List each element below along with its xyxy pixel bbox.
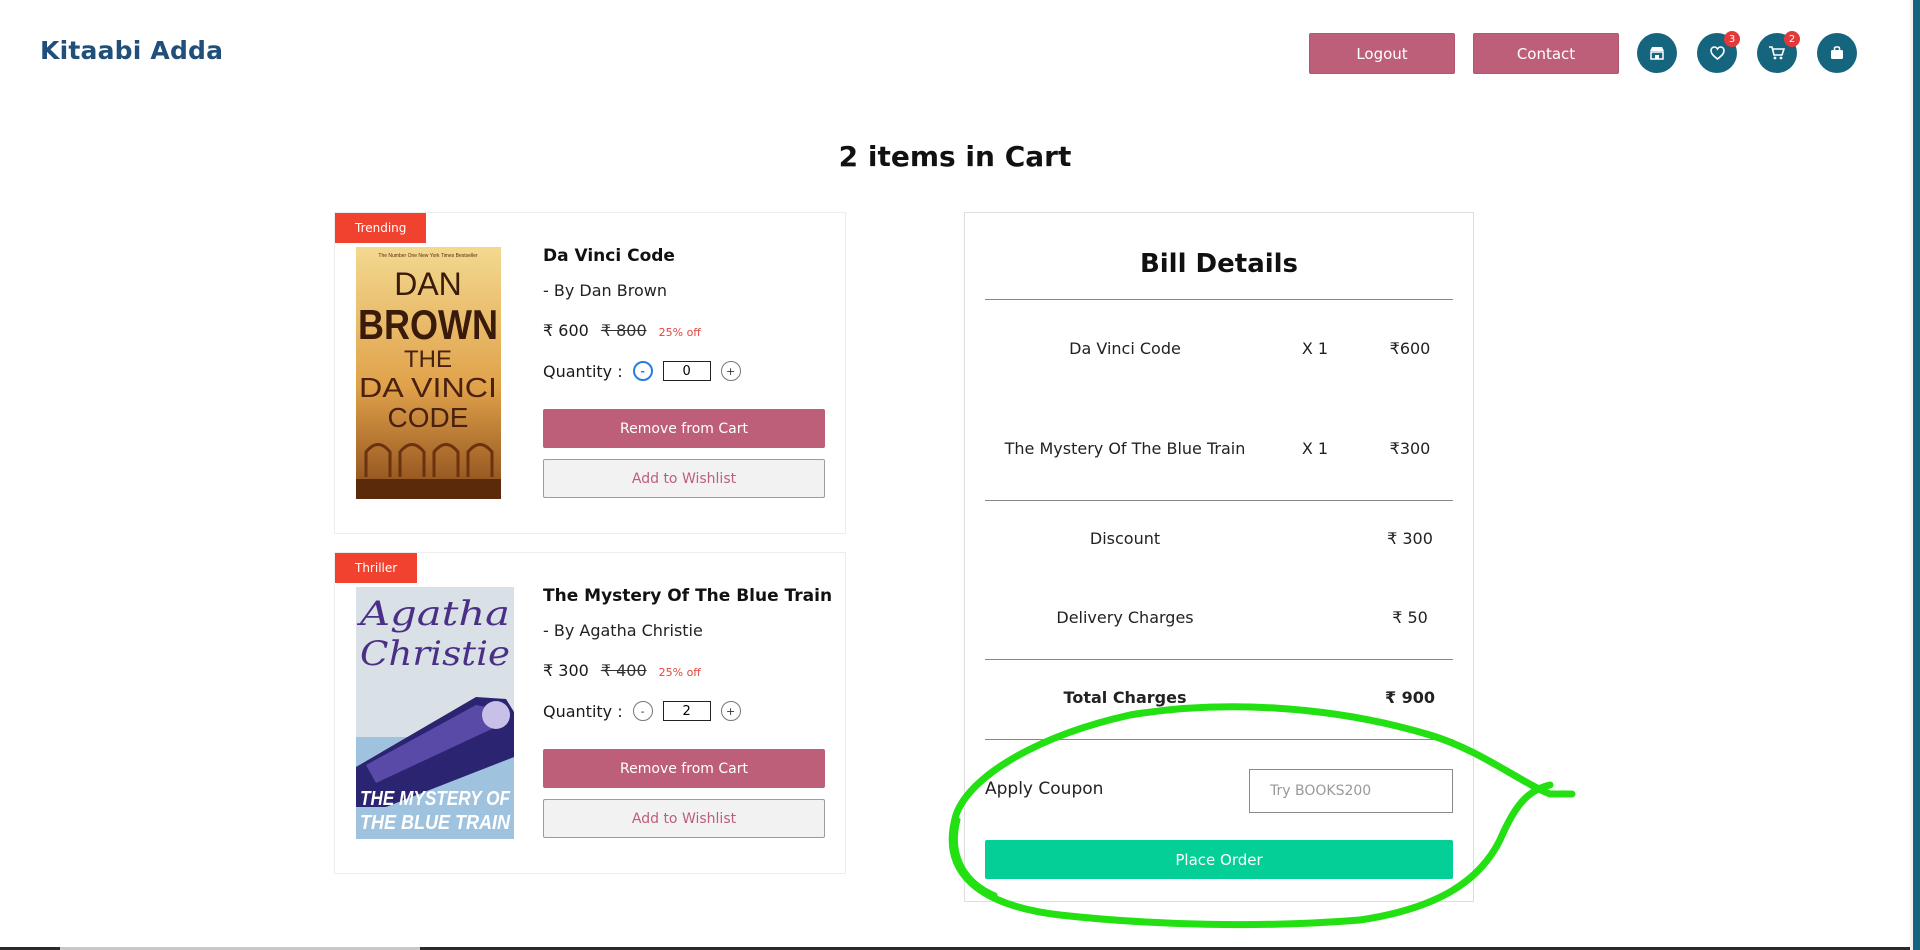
discount-label: 25% off xyxy=(658,666,701,679)
category-tag: Thriller xyxy=(335,553,418,583)
category-tag: Trending xyxy=(335,213,427,243)
total-label: Total Charges xyxy=(1063,688,1187,707)
divider xyxy=(985,739,1453,740)
quantity-label: Quantity : xyxy=(543,361,623,381)
cart-heading: 2 items in Cart xyxy=(838,140,1072,173)
book-title[interactable]: The Mystery Of The Blue Train xyxy=(543,586,832,606)
current-price: ₹ 300 xyxy=(543,661,589,680)
delivery-row: Delivery Charges ₹ 50 xyxy=(985,608,1453,632)
discount-label: 25% off xyxy=(658,326,701,339)
orders-button[interactable] xyxy=(1817,33,1857,73)
coupon-label: Apply Coupon xyxy=(985,779,1104,799)
bill-details-panel: Bill Details Da Vinci Code X 1 ₹600 The … xyxy=(964,212,1474,902)
svg-text:Christie: Christie xyxy=(360,634,510,674)
place-order-button[interactable]: Place Order xyxy=(985,840,1453,879)
bill-item-amount: ₹300 xyxy=(1389,439,1431,458)
quantity-input[interactable] xyxy=(662,361,711,381)
original-price: ₹ 400 xyxy=(600,661,647,680)
svg-text:THE BLUE TRAIN: THE BLUE TRAIN xyxy=(360,812,510,834)
bag-icon xyxy=(1831,46,1843,59)
svg-text:DAN: DAN xyxy=(394,266,462,302)
svg-text:THE: THE xyxy=(404,346,452,373)
quantity-row: Quantity : - + xyxy=(543,361,741,381)
bill-item-qty: X 1 xyxy=(1301,339,1329,358)
add-to-wishlist-button[interactable]: Add to Wishlist xyxy=(543,799,825,838)
svg-text:CODE: CODE xyxy=(388,402,469,433)
increase-quantity-button[interactable]: + xyxy=(720,701,741,721)
svg-text:The Number One New York Times: The Number One New York Times Bestseller xyxy=(378,253,478,259)
book-author: - By Agatha Christie xyxy=(543,621,703,640)
wishlist-button[interactable]: 3 xyxy=(1697,31,1740,73)
divider xyxy=(985,500,1453,501)
store-icon xyxy=(1650,47,1664,60)
original-price: ₹ 800 xyxy=(600,321,647,340)
wishlist-count-badge: 3 xyxy=(1724,31,1740,47)
bill-item-name: Da Vinci Code xyxy=(1069,339,1181,358)
price-row: ₹ 600 ₹ 800 25% off xyxy=(543,321,701,340)
delivery-label: Delivery Charges xyxy=(1056,608,1194,627)
discount-label: Discount xyxy=(1089,529,1161,548)
decrease-quantity-button[interactable]: - xyxy=(632,701,653,721)
discount-row: Discount ₹ 300 xyxy=(985,529,1453,553)
cart-count-badge: 2 xyxy=(1784,31,1800,47)
svg-text:Agatha: Agatha xyxy=(356,594,510,634)
bill-line-item: Da Vinci Code X 1 ₹600 xyxy=(985,339,1453,363)
current-price: ₹ 600 xyxy=(543,321,589,340)
divider xyxy=(985,659,1453,660)
svg-text:BROWN: BROWN xyxy=(358,301,498,348)
remove-from-cart-button[interactable]: Remove from Cart xyxy=(543,749,825,788)
brand-logo[interactable]: Kitaabi Adda xyxy=(40,36,223,65)
coupon-input[interactable] xyxy=(1249,769,1453,813)
scrollbar-thumb[interactable] xyxy=(1913,0,1920,950)
divider xyxy=(985,299,1453,300)
quantity-label: Quantity : xyxy=(543,701,623,721)
total-row: Total Charges ₹ 900 xyxy=(985,688,1453,712)
contact-button[interactable]: Contact xyxy=(1473,33,1619,74)
bill-item-qty: X 1 xyxy=(1301,439,1329,458)
cart-icon xyxy=(1769,46,1785,60)
page-scrollbar[interactable] xyxy=(1910,0,1920,950)
quantity-input[interactable] xyxy=(662,701,711,721)
book-author: - By Dan Brown xyxy=(543,281,667,300)
book-title[interactable]: Da Vinci Code xyxy=(543,246,675,266)
svg-text:THE MYSTERY OF: THE MYSTERY OF xyxy=(360,788,511,810)
bill-item-name: The Mystery Of The Blue Train xyxy=(1004,439,1246,458)
increase-quantity-button[interactable]: + xyxy=(720,361,741,381)
cart-item-card: Thriller Agatha Christie THE MYSTERY OF … xyxy=(334,552,846,874)
heart-icon xyxy=(1709,46,1725,60)
logout-button[interactable]: Logout xyxy=(1309,33,1455,74)
delivery-value: ₹ 50 xyxy=(1392,608,1428,627)
book-cover-image[interactable]: Agatha Christie THE MYSTERY OF THE BLUE … xyxy=(356,587,514,839)
price-row: ₹ 300 ₹ 400 25% off xyxy=(543,661,701,680)
add-to-wishlist-button[interactable]: Add to Wishlist xyxy=(543,459,825,498)
cart-item-card: Trending The Number One New York Times B… xyxy=(334,212,846,534)
book-cover-image[interactable]: The Number One New York Times Bestseller… xyxy=(356,247,501,499)
total-value: ₹ 900 xyxy=(1384,688,1436,707)
bill-item-amount: ₹600 xyxy=(1389,339,1431,358)
discount-value: ₹ 300 xyxy=(1387,529,1433,548)
quantity-row: Quantity : - + xyxy=(543,701,741,721)
svg-text:DA VINCI: DA VINCI xyxy=(359,372,497,403)
bill-title: Bill Details xyxy=(1139,249,1299,279)
remove-from-cart-button[interactable]: Remove from Cart xyxy=(543,409,825,448)
decrease-quantity-button[interactable]: - xyxy=(632,361,653,381)
store-button[interactable] xyxy=(1637,33,1677,73)
bill-line-item: The Mystery Of The Blue Train X 1 ₹300 xyxy=(985,439,1453,463)
cart-button[interactable]: 2 xyxy=(1757,31,1800,73)
